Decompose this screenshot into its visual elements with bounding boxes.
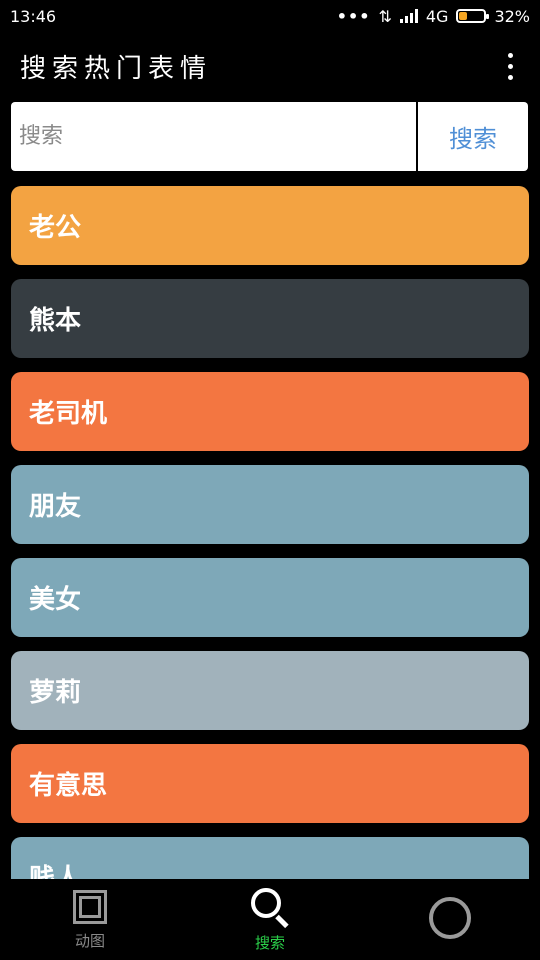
status-bar: 13:46 ••• ⇅ 4G 32% [0, 0, 540, 32]
signal-icon [399, 9, 418, 23]
nav-item-third[interactable] [390, 896, 510, 943]
battery-icon [456, 9, 490, 23]
nav-item-gif[interactable]: 动图 [30, 888, 150, 951]
overflow-menu-icon[interactable] [498, 46, 522, 86]
battery-percent: 32% [494, 6, 530, 26]
tag-item[interactable]: 老公 [11, 186, 529, 265]
page-title: 搜索热门表情 [20, 53, 213, 84]
hot-tag-list[interactable]: 老公熊本老司机朋友美女萝莉有意思贱人 [11, 186, 529, 879]
status-time: 13:46 [10, 6, 57, 26]
data-transfer-icon: ⇅ [378, 6, 392, 26]
search-icon [249, 886, 291, 929]
frame-icon [71, 888, 109, 926]
nav-item-search[interactable]: 搜索 [210, 886, 330, 953]
tag-item[interactable]: 朋友 [11, 465, 529, 544]
status-indicators: ••• ⇅ 4G 32% [337, 7, 530, 26]
search-bar: 搜索 [11, 102, 528, 171]
tag-item[interactable]: 老司机 [11, 372, 529, 451]
app-bar: 搜索热门表情 [0, 32, 540, 100]
search-input[interactable] [11, 102, 416, 171]
more-notifications-icon: ••• [336, 6, 371, 26]
tag-item[interactable]: 萝莉 [11, 651, 529, 730]
tag-item[interactable]: 美女 [11, 558, 529, 637]
nav-label-search: 搜索 [254, 934, 285, 952]
tag-item[interactable]: 有意思 [11, 744, 529, 823]
network-type: 4G [425, 6, 449, 26]
battery-fill [459, 12, 468, 20]
search-button[interactable]: 搜索 [418, 102, 528, 171]
tag-item[interactable]: 贱人 [11, 837, 529, 879]
tag-item[interactable]: 熊本 [11, 279, 529, 358]
bottom-navigation: 动图 搜索 [0, 879, 540, 960]
nav-label-gif: 动图 [74, 932, 105, 950]
circle-icon [429, 896, 471, 939]
